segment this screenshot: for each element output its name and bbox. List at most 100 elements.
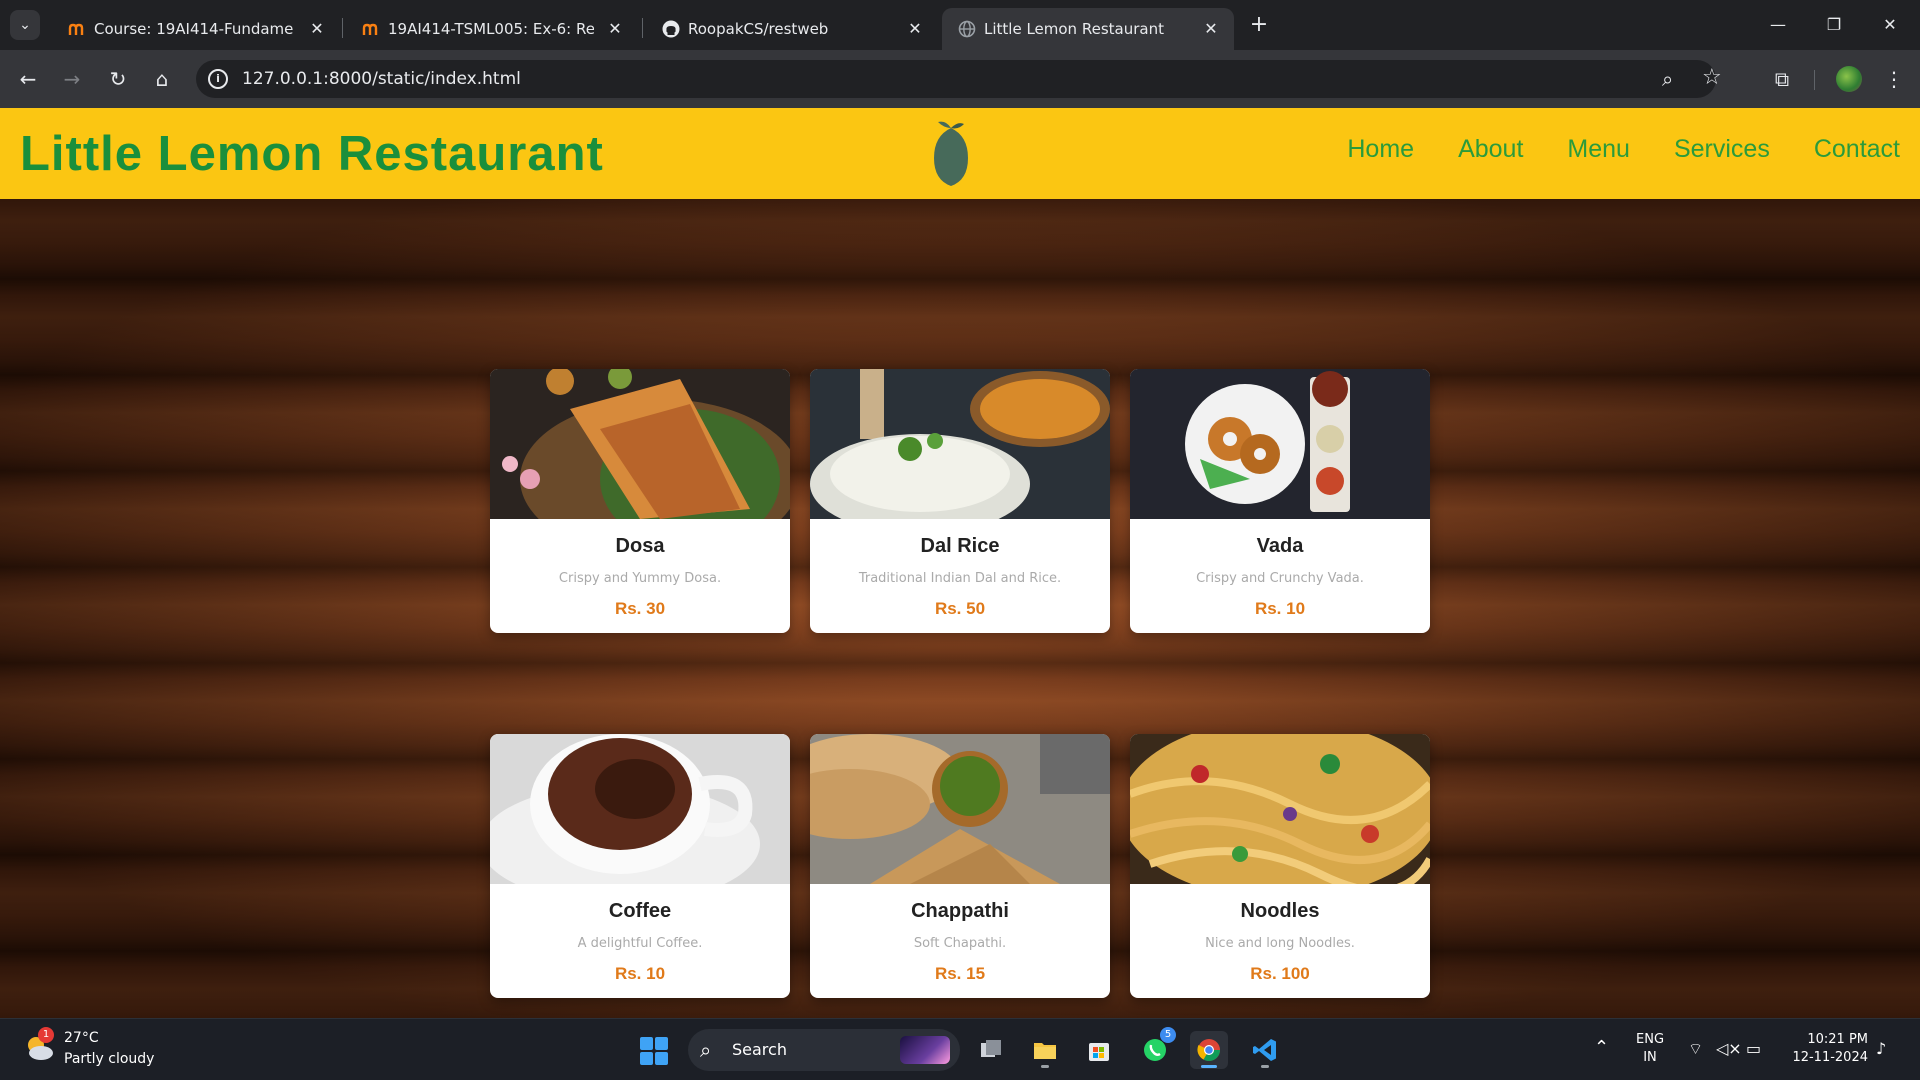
tab-close-icon[interactable]: ✕	[904, 18, 926, 40]
extensions-icon[interactable]: ⧉	[1768, 65, 1796, 93]
moodle-icon	[68, 23, 84, 35]
tab-search-button[interactable]: ⌄	[10, 10, 40, 40]
weather-desc[interactable]: Partly cloudy	[64, 1051, 154, 1067]
url-text[interactable]: 127.0.0.1:8000/static/index.html	[242, 69, 521, 89]
toolbar-separator	[1814, 70, 1815, 90]
menu-item-desc: Traditional Indian Dal and Rice.	[858, 571, 1062, 586]
menu-item-desc: Crispy and Yummy Dosa.	[558, 571, 722, 586]
menu-card[interactable]: Dal Rice Traditional Indian Dal and Rice…	[810, 369, 1110, 633]
vscode-icon	[1253, 1039, 1276, 1061]
tab-close-icon[interactable]: ✕	[1200, 18, 1222, 40]
tab-exercise[interactable]: 19AI414-TSML005: Ex-6: Restau ✕	[346, 8, 638, 50]
tab-label: Course: 19AI414-Fundamentals	[94, 20, 294, 38]
menu-card[interactable]: Chappathi Soft Chapathi. Rs. 15	[810, 734, 1110, 998]
minimize-icon[interactable]: —	[1758, 10, 1798, 40]
bookmark-star-icon[interactable]: ☆	[1702, 65, 1722, 90]
tab-close-icon[interactable]: ✕	[306, 18, 328, 40]
whatsapp-button[interactable]: 5	[1136, 1027, 1176, 1069]
menu-item-name: Dal Rice	[920, 535, 1000, 557]
running-indicator	[1261, 1065, 1269, 1068]
menu-card[interactable]: Vada Crispy and Crunchy Vada. Rs. 10	[1130, 369, 1430, 633]
address-bar[interactable]: i 127.0.0.1:8000/static/index.html ⌕ ☆	[196, 60, 1722, 98]
lemon-logo-icon	[934, 121, 968, 186]
profile-avatar[interactable]	[1836, 66, 1862, 92]
site-info-icon[interactable]: i	[208, 69, 228, 89]
reload-icon[interactable]: ↻	[104, 65, 132, 93]
menu-card[interactable]: Noodles Nice and long Noodles. Rs. 100	[1130, 734, 1430, 998]
tab-close-icon[interactable]: ✕	[604, 18, 626, 40]
menu-item-price: Rs. 50	[934, 599, 986, 618]
kebab-menu-icon[interactable]: ⋮	[1880, 65, 1908, 93]
tab-label: 19AI414-TSML005: Ex-6: Restau	[388, 20, 594, 38]
vscode-button[interactable]	[1246, 1031, 1284, 1069]
folder-icon	[1034, 1043, 1056, 1059]
wood-background: Dosa Crispy and Yummy Dosa. Rs. 30 Dal R…	[0, 199, 1920, 1018]
close-window-icon[interactable]: ✕	[1870, 10, 1910, 40]
github-icon	[662, 20, 680, 38]
restore-icon[interactable]: ❐	[1814, 10, 1854, 40]
input-language[interactable]: ENG IN	[1636, 1031, 1664, 1067]
site-title: Little Lemon Restaurant	[20, 127, 604, 181]
wifi-icon[interactable]: ⌔	[1688, 1039, 1703, 1059]
system-clock[interactable]: 10:21 PM 12-11-2024	[1780, 1031, 1868, 1067]
globe-icon	[958, 20, 976, 38]
chrome-button[interactable]	[1190, 1031, 1228, 1069]
nav-services[interactable]: Services	[1674, 135, 1770, 164]
region-code: IN	[1643, 1050, 1657, 1065]
new-tab-button[interactable]: +	[1246, 12, 1272, 38]
home-icon[interactable]: ⌂	[148, 65, 176, 93]
search-icon: ⌕	[700, 1038, 712, 1062]
menu-card[interactable]: Dosa Crispy and Yummy Dosa. Rs. 30	[490, 369, 790, 633]
menu-item-name: Coffee	[608, 900, 672, 922]
search-highlight-image	[900, 1036, 950, 1064]
search-label: Search	[732, 1040, 787, 1059]
forward-icon[interactable]: →	[58, 65, 86, 93]
nav-menu[interactable]: Menu	[1567, 135, 1630, 164]
language-code: ENG	[1636, 1032, 1665, 1047]
weather-temp[interactable]: 27°C	[64, 1030, 99, 1046]
tab-label: Little Lemon Restaurant	[984, 20, 1164, 38]
main-nav: Home About Menu Services Contact	[1347, 135, 1900, 164]
menu-item-desc: A delightful Coffee.	[577, 936, 703, 951]
windows-logo-icon	[640, 1037, 653, 1050]
nav-contact[interactable]: Contact	[1814, 135, 1900, 164]
volume-muted-icon[interactable]: ◁×	[1716, 1039, 1742, 1058]
tab-github[interactable]: RoopakCS/restweb ✕	[646, 8, 938, 50]
dosa-photo	[490, 369, 790, 519]
menu-item-name: Dosa	[615, 535, 665, 557]
tab-separator	[342, 18, 343, 38]
clock-time: 10:21 PM	[1807, 1032, 1868, 1047]
tab-strip: ⌄ Course: 19AI414-Fundamentals ✕ 19AI414…	[0, 0, 1920, 50]
menu-card[interactable]: Coffee A delightful Coffee. Rs. 10	[490, 734, 790, 998]
tab-course[interactable]: Course: 19AI414-Fundamentals ✕	[52, 8, 338, 50]
menu-item-name: Noodles	[1240, 900, 1320, 922]
menu-item-name: Vada	[1256, 535, 1304, 557]
running-indicator	[1201, 1065, 1217, 1068]
zoom-icon[interactable]: ⌕	[1662, 67, 1673, 91]
weather-badge: 1	[38, 1027, 54, 1043]
nav-about[interactable]: About	[1458, 135, 1523, 164]
menu-item-price: Rs. 100	[1250, 964, 1310, 983]
menu-item-desc: Nice and long Noodles.	[1205, 936, 1355, 951]
back-icon[interactable]: ←	[14, 65, 42, 93]
start-button[interactable]	[640, 1037, 668, 1065]
menu-item-price: Rs. 10	[1254, 599, 1306, 618]
nav-home[interactable]: Home	[1347, 135, 1414, 164]
menu-item-price: Rs. 10	[614, 964, 666, 983]
battery-icon[interactable]: ▭	[1746, 1039, 1761, 1058]
notification-bell-icon[interactable]: ♪	[1876, 1039, 1886, 1058]
taskbar-search[interactable]: ⌕ Search	[688, 1029, 960, 1071]
menu-item-desc: Soft Chapathi.	[913, 936, 1007, 951]
chrome-icon	[1197, 1039, 1220, 1061]
show-hidden-icons[interactable]: ⌃	[1594, 1037, 1609, 1058]
menu-item-price: Rs. 30	[614, 599, 666, 618]
notification-badge: 5	[1160, 1027, 1176, 1043]
tab-little-lemon[interactable]: Little Lemon Restaurant ✕	[942, 8, 1234, 50]
task-view-button[interactable]	[972, 1031, 1010, 1069]
tab-label: RoopakCS/restweb	[688, 20, 829, 38]
menu-item-desc: Crispy and Crunchy Vada.	[1196, 571, 1364, 586]
file-explorer-button[interactable]	[1026, 1031, 1064, 1069]
tab-separator	[642, 18, 643, 38]
taskbar: 1 27°C Partly cloudy ⌕ Search 5 ⌃ ENG IN…	[0, 1018, 1920, 1080]
store-button[interactable]	[1080, 1031, 1118, 1069]
